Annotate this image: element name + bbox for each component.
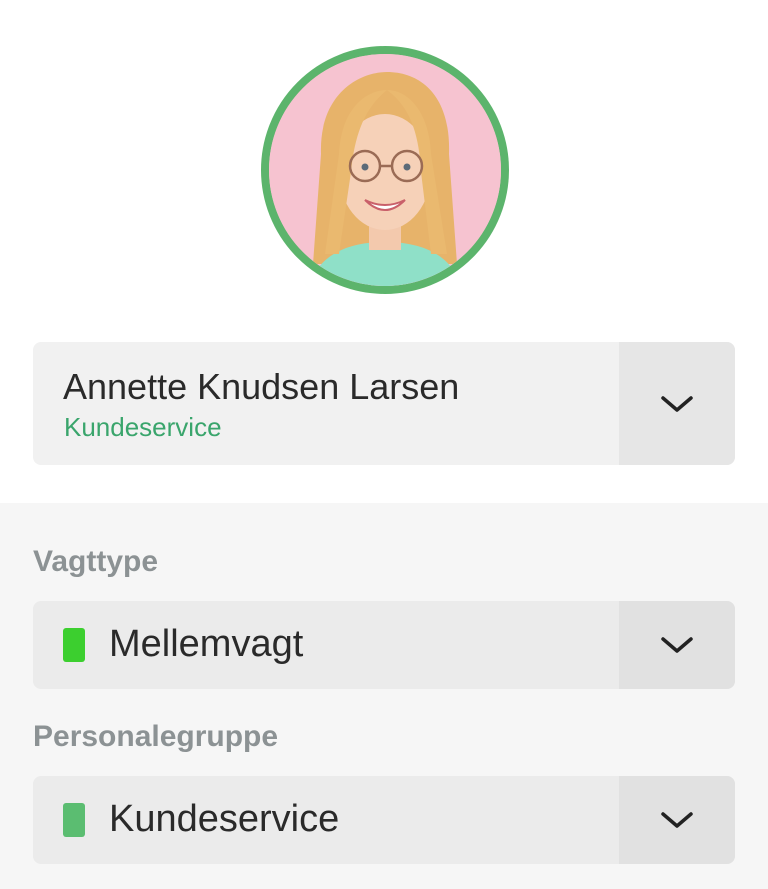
employee-select[interactable]: Annette Knudsen Larsen Kundeservice xyxy=(33,342,735,465)
shift-type-label: Vagttype xyxy=(33,545,159,578)
staff-group-select-body[interactable]: Kundeservice xyxy=(33,776,619,864)
shift-type-dropdown-button[interactable] xyxy=(619,601,735,689)
staff-group-value: Kundeservice xyxy=(109,798,340,840)
employee-dropdown-button[interactable] xyxy=(619,342,735,465)
shift-type-select-body[interactable]: Mellemvagt xyxy=(33,601,619,689)
chevron-down-icon xyxy=(661,637,693,653)
employee-department: Kundeservice xyxy=(64,412,222,442)
employee-select-body[interactable]: Annette Knudsen Larsen Kundeservice xyxy=(33,342,619,465)
staff-group-dropdown-button[interactable] xyxy=(619,776,735,864)
shift-type-select[interactable]: Mellemvagt xyxy=(33,601,735,689)
staff-group-color-swatch xyxy=(63,803,85,837)
staff-group-select[interactable]: Kundeservice xyxy=(33,776,735,864)
shift-type-value: Mellemvagt xyxy=(109,623,304,665)
chevron-down-icon xyxy=(661,395,693,412)
avatar-photo xyxy=(269,54,501,286)
chevron-down-icon xyxy=(661,812,693,828)
staff-group-label: Personalegruppe xyxy=(33,720,279,753)
shift-type-color-swatch xyxy=(63,628,85,662)
avatar xyxy=(261,46,509,294)
employee-name: Annette Knudsen Larsen xyxy=(63,366,460,407)
